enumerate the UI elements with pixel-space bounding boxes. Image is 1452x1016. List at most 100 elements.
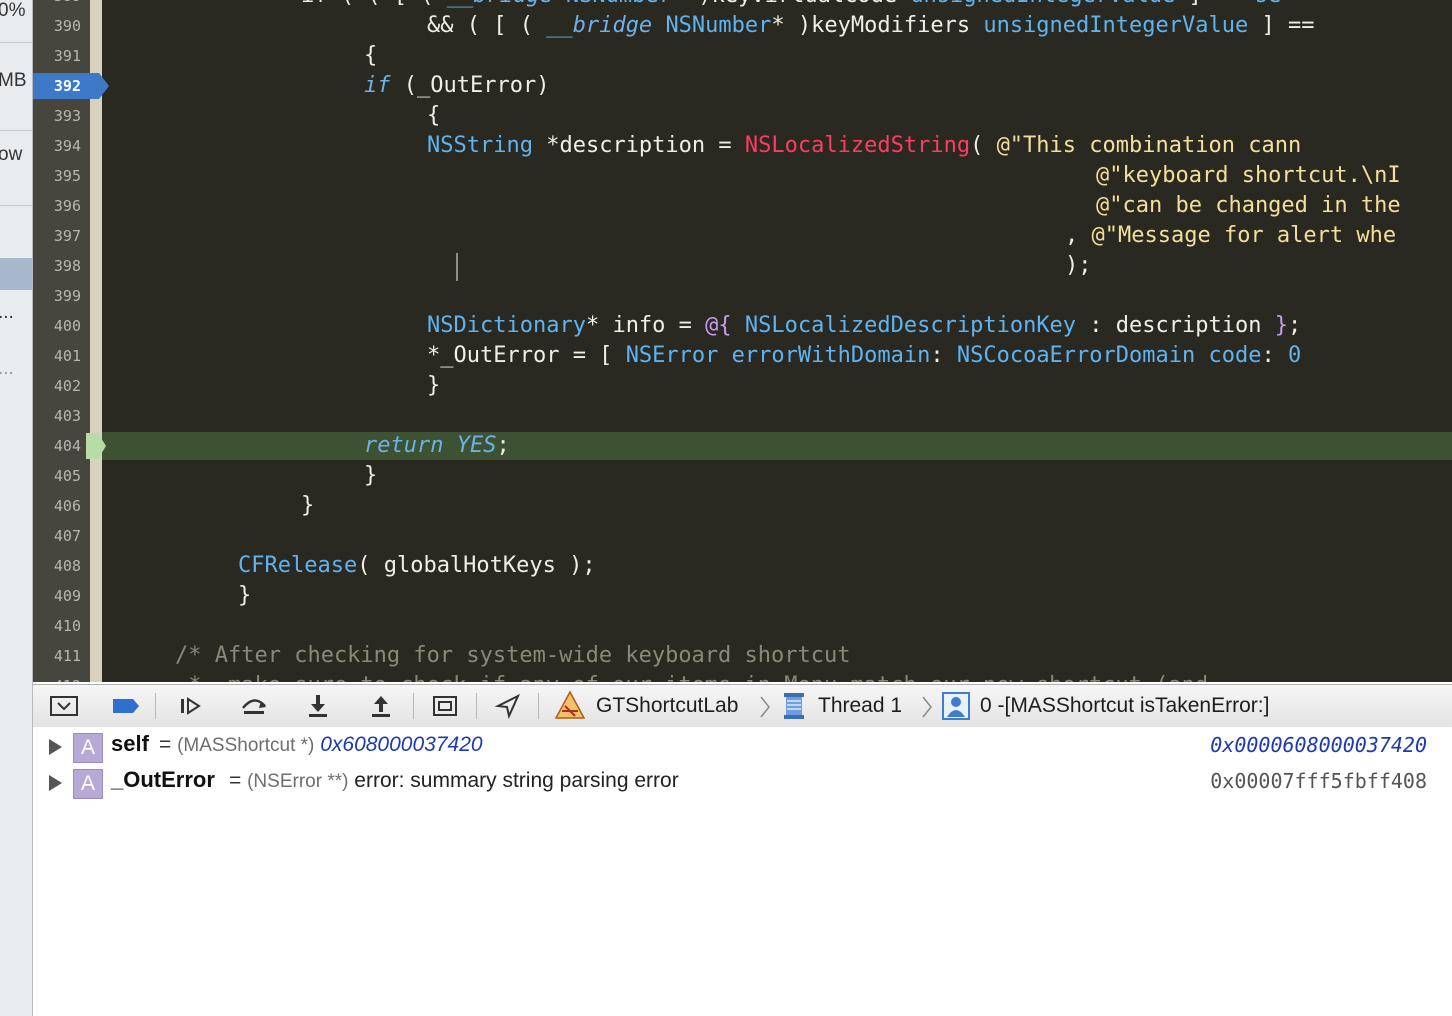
code-line[interactable]: && ( [ ( __bridge NSNumber* )keyModifier… [427,11,1314,41]
line-number[interactable]: 412 [33,671,81,682]
code-line[interactable]: { [427,101,440,131]
line-number[interactable]: 389 [33,0,81,11]
sidebar-fragment: 0% [0,0,26,21]
code-line[interactable]: ); [1065,251,1092,281]
disclosure-triangle-icon[interactable] [49,775,62,791]
code-line[interactable]: return YES; [364,431,510,461]
line-number[interactable]: 390 [33,11,81,41]
code-line[interactable]: @"can be changed in the [1096,191,1401,221]
line-number[interactable]: 391 [33,41,81,71]
sidebar-divider [0,42,32,43]
code-line[interactable]: { [364,41,377,71]
code-line[interactable]: * make sure to check if any of our items… [175,671,1208,682]
code-line[interactable]: if ( ( [ ( __bridge NSNumber* )keyVirtua… [301,0,1281,11]
breakpoints-toggle-button[interactable] [109,690,143,722]
argument-badge-icon: A [73,769,103,799]
code-line[interactable]: *_OutError = [ NSError errorWithDomain: … [427,341,1301,371]
sidebar-fragment[interactable]: ... [0,300,32,326]
breadcrumb-thread-label[interactable]: Thread 1 [818,691,902,721]
breakpoint-icon [113,699,139,713]
hide-debug-area-icon [50,696,78,716]
line-number[interactable]: 411 [33,641,81,671]
breadcrumb-frame[interactable] [939,689,973,721]
line-number[interactable]: 393 [33,101,81,131]
sidebar-divider [0,205,32,206]
code-line[interactable]: NSString *description = NSLocalizedStrin… [427,131,1301,161]
disclosure-triangle-icon[interactable] [49,739,62,755]
breadcrumb-target-label[interactable]: GTShortcutLab [596,691,738,721]
toolbar-separator [538,693,539,719]
variable-row[interactable]: A self = (MASShortcut *) 0x608000037420 … [33,729,1452,763]
variable-row[interactable]: A _OutError = (NSError **) error: summar… [33,765,1452,799]
simulate-location-button[interactable] [491,690,525,722]
line-number[interactable]: 402 [33,371,81,401]
line-number[interactable]: 410 [33,611,81,641]
stack-frame-user-icon [942,692,970,720]
variable-equals: = [159,733,172,756]
line-number[interactable]: 406 [33,491,81,521]
line-number[interactable]: 401 [33,341,81,371]
navigator-sidebar-edge: 0% MB ow ... ... [0,0,33,1016]
code-line[interactable]: @"keyboard shortcut.\nI [1096,161,1401,191]
variable-type: (MASShortcut *) [177,735,315,756]
source-editor[interactable]: 3893903913923933943953963973983994004014… [33,0,1452,682]
code-line[interactable]: NSDictionary* info = @{ NSLocalizedDescr… [427,311,1301,341]
continue-button[interactable] [174,690,208,722]
step-into-button[interactable] [301,690,335,722]
code-line[interactable]: if (_OutError) [364,71,549,101]
line-number[interactable]: 405 [33,461,81,491]
line-number[interactable]: 392 [33,71,81,101]
variable-value: error: summary string parsing error [354,769,679,792]
code-line[interactable]: } [427,371,440,401]
text-cursor [456,253,458,281]
current-execution-line-highlight [102,432,1452,460]
line-number[interactable]: 398 [33,251,81,281]
toolbar-separator [413,693,414,719]
step-over-button[interactable] [237,690,271,722]
step-out-icon [372,696,390,717]
view-hierarchy-icon [433,696,457,716]
line-number[interactable]: 395 [33,161,81,191]
continue-icon [181,697,201,715]
variable-name: _OutError [111,767,215,792]
line-number[interactable]: 407 [33,521,81,551]
sidebar-selected-row[interactable] [0,258,32,290]
code-line[interactable]: CFRelease( globalHotKeys ); [238,551,596,581]
toolbar-separator [155,693,156,719]
code-line[interactable]: , @"Message for alert whe [1065,221,1396,251]
sidebar-fragment: ow [0,144,23,165]
code-line[interactable]: /* After checking for system-wide keyboa… [175,641,851,671]
line-number[interactable]: 400 [33,311,81,341]
argument-badge-icon: A [73,733,103,763]
line-number[interactable]: 396 [33,191,81,221]
line-number[interactable]: 394 [33,131,81,161]
view-hierarchy-button[interactable] [428,690,462,722]
breadcrumb-target[interactable] [553,689,587,721]
hide-debug-area-button[interactable] [47,690,81,722]
sidebar-fragment[interactable]: ... [0,356,32,382]
variable-address: 0x0000608000037420 [1210,733,1427,757]
line-number[interactable]: 409 [33,581,81,611]
variable-value: 0x608000037420 [320,733,483,756]
line-number[interactable]: 397 [33,221,81,251]
app-target-icon [554,690,586,719]
code-line[interactable]: } [364,461,377,491]
instruction-pointer-icon[interactable] [86,433,106,459]
code-line[interactable]: } [301,491,314,521]
step-out-button[interactable] [364,690,398,722]
toolbar-separator [476,693,477,719]
variable-name: self [111,731,149,756]
line-number[interactable]: 408 [33,551,81,581]
variable-equals: = [229,769,242,792]
breadcrumb-thread[interactable] [777,689,811,721]
line-number[interactable]: 404 [33,431,81,461]
sidebar-fragment: MB [0,70,27,91]
code-folding-ribbon[interactable] [90,0,102,682]
variables-view[interactable]: A self = (MASShortcut *) 0x608000037420 … [33,727,1452,1016]
line-number[interactable]: 403 [33,401,81,431]
step-into-icon [309,695,327,717]
breadcrumb-frame-label[interactable]: 0 -[MASShortcut isTakenError:] [980,691,1269,721]
line-number[interactable]: 399 [33,281,81,311]
location-arrow-icon [494,693,521,720]
code-line[interactable]: } [238,581,251,611]
